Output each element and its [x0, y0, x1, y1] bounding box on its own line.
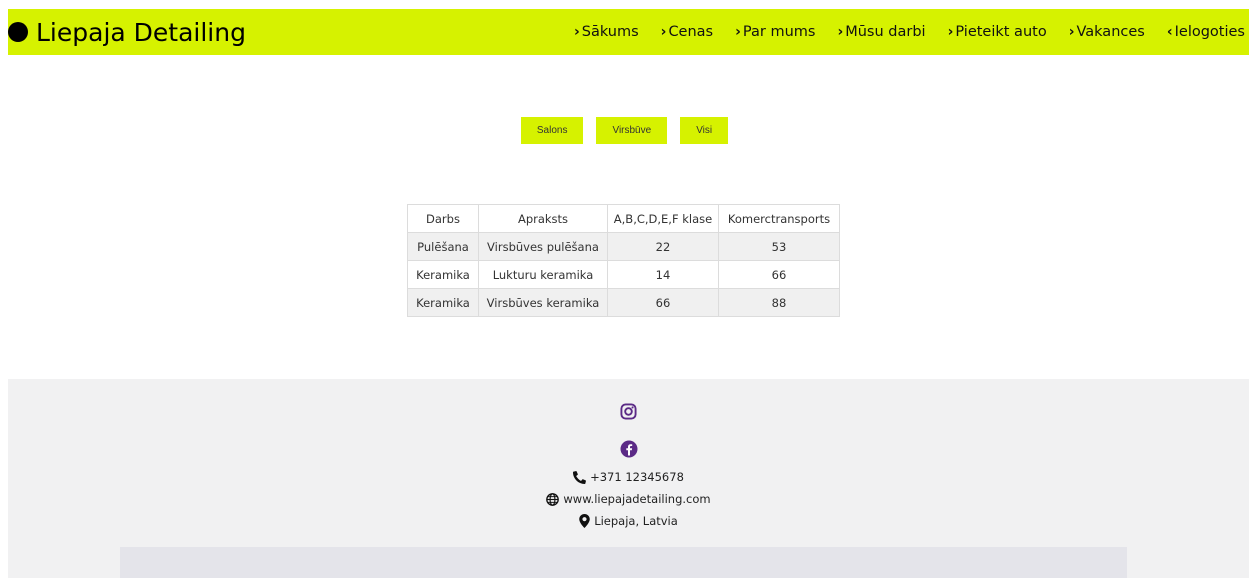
footer-phone: +371 12345678	[8, 470, 1249, 484]
instagram-icon[interactable]	[620, 403, 637, 420]
table-header-row: Darbs Apraksts A,B,C,D,E,F klase Komerct…	[407, 204, 840, 233]
nav-link-cenas[interactable]: › Cenas	[661, 24, 713, 40]
main-nav: › Sākums › Cenas › Par mums › Mūsu darbi › Pi…	[574, 9, 1245, 55]
globe-icon	[546, 492, 560, 506]
table-cell: 53	[718, 232, 840, 261]
nav-link-musu-darbi[interactable]: › Mūsu darbi	[837, 24, 925, 40]
table-cell: 14	[607, 260, 719, 289]
nav-link-label: Mūsu darbi	[845, 24, 926, 40]
table-cell: 88	[718, 288, 840, 317]
chevron-right-icon: ›	[735, 24, 741, 40]
chevron-right-icon: ›	[837, 24, 844, 40]
footer-location: Liepaja, Latvia	[8, 514, 1249, 528]
map-marker-icon	[579, 514, 590, 528]
nav-link-label: Par mums	[742, 24, 816, 40]
table-header-cell: A,B,C,D,E,F klase	[607, 204, 719, 233]
table-cell: Keramika	[407, 288, 479, 317]
footer-bottom-panel	[120, 547, 1127, 578]
chevron-right-icon: ›	[947, 24, 954, 40]
chevron-right-icon: ›	[573, 24, 580, 40]
nav-link-sakums[interactable]: › Sākums	[574, 24, 639, 40]
table-header-cell: Komerctransports	[718, 204, 840, 233]
filter-virsbuve-button[interactable]: Virsbūve	[596, 117, 668, 144]
nav-link-label: Cenas	[668, 24, 714, 40]
table-cell: Virsbūves pulēšana	[478, 232, 608, 261]
filter-visi-button[interactable]: Visi	[680, 117, 729, 144]
table-cell: 66	[718, 260, 840, 289]
phone-icon	[573, 470, 587, 484]
facebook-icon[interactable]	[620, 440, 638, 458]
instagram-link	[8, 403, 1249, 420]
location-text: Liepaja, Latvia	[594, 514, 678, 528]
nav-link-label: Pieteikt auto	[955, 24, 1047, 40]
phone-text: +371 12345678	[590, 470, 684, 484]
table-row: Keramika Virsbūves keramika 66 88	[407, 288, 840, 317]
brand-name: Liepaja Detailing	[36, 17, 246, 47]
brand-dot-icon	[8, 22, 28, 42]
facebook-link	[8, 440, 1249, 458]
top-navbar: Liepaja Detailing › Sākums › Cenas › Par mu…	[8, 9, 1249, 55]
site-footer: +371 12345678 www.liepajadetailing.com L…	[8, 379, 1249, 578]
footer-website: www.liepajadetailing.com	[8, 492, 1249, 506]
table-cell: Virsbūves keramika	[478, 288, 608, 317]
brand-logo[interactable]: Liepaja Detailing	[8, 18, 246, 47]
price-table: Darbs Apraksts A,B,C,D,E,F klase Komerct…	[407, 204, 840, 317]
chevron-left-icon: ‹	[1166, 24, 1173, 40]
chevron-right-icon: ›	[1068, 24, 1075, 40]
table-header-cell: Darbs	[407, 204, 479, 233]
nav-link-label: Sākums	[581, 24, 639, 40]
nav-link-label: Ielogoties	[1174, 24, 1245, 40]
price-table-container: Darbs Apraksts A,B,C,D,E,F klase Komerct…	[407, 204, 840, 317]
nav-link-ielogoties[interactable]: ‹ Ielogoties	[1167, 24, 1245, 40]
website-link[interactable]: www.liepajadetailing.com	[563, 492, 710, 506]
table-cell: Lukturu keramika	[478, 260, 608, 289]
nav-link-label: Vakances	[1076, 24, 1145, 40]
table-cell: Pulēšana	[407, 232, 479, 261]
nav-link-vakances[interactable]: › Vakances	[1069, 24, 1145, 40]
chevron-right-icon: ›	[660, 24, 667, 40]
table-row: Pulēšana Virsbūves pulēšana 22 53	[407, 232, 840, 261]
nav-link-par-mums[interactable]: › Par mums	[735, 24, 815, 40]
table-cell: 22	[607, 232, 719, 261]
table-cell: Keramika	[407, 260, 479, 289]
table-header-cell: Apraksts	[478, 204, 608, 233]
nav-link-pieteikt-auto[interactable]: › Pieteikt auto	[948, 24, 1047, 40]
table-row: Keramika Lukturu keramika 14 66	[407, 260, 840, 289]
category-filters: Salons Virsbūve Visi	[0, 117, 1249, 144]
table-cell: 66	[607, 288, 719, 317]
filter-salons-button[interactable]: Salons	[520, 117, 584, 144]
